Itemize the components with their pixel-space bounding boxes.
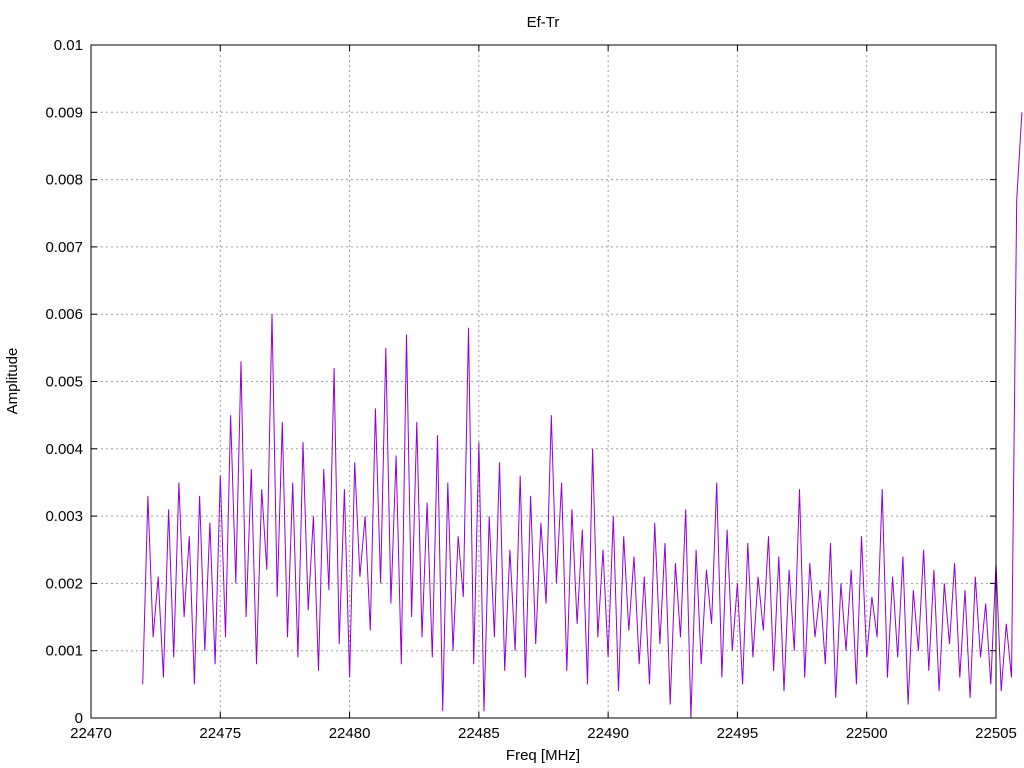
- x-tick-label: 22505: [975, 725, 1017, 742]
- x-axis-label: Freq [MHz]: [506, 747, 580, 764]
- chart: 22470 22475 22480 22485 22490 22495 22500 22505…: [0, 0, 1024, 768]
- ticks: 22470 22475 22480 22485 22490 22495 22500 22505…: [45, 37, 1016, 742]
- y-tick-label: 0.008: [45, 172, 83, 189]
- y-axis-label: Amplitude: [4, 348, 21, 415]
- chart-title: Ef-Tr: [527, 14, 560, 31]
- y-tick-label: 0.004: [45, 441, 83, 458]
- x-tick-label: 22475: [199, 725, 241, 742]
- x-tick-label: 22480: [329, 725, 371, 742]
- y-tick-label: 0.002: [45, 575, 83, 592]
- y-tick-label: 0.006: [45, 306, 83, 323]
- y-tick-label: 0.003: [45, 508, 83, 525]
- x-tick-label: 22495: [717, 725, 759, 742]
- y-tick-label: 0.005: [45, 374, 83, 391]
- x-tick-label: 22490: [587, 725, 629, 742]
- series-line: [142, 112, 1023, 719]
- y-tick-label: 0.007: [45, 239, 83, 256]
- y-tick-label: 0.01: [54, 37, 83, 54]
- y-tick-label: 0: [75, 710, 83, 727]
- grid: [91, 45, 996, 718]
- y-tick-label: 0.009: [45, 104, 83, 121]
- x-tick-label: 22470: [70, 725, 112, 742]
- x-tick-label: 22485: [458, 725, 500, 742]
- x-tick-label: 22500: [846, 725, 888, 742]
- plot-svg: 22470 22475 22480 22485 22490 22495 22500 22505…: [4, 14, 1023, 764]
- y-tick-label: 0.001: [45, 643, 83, 660]
